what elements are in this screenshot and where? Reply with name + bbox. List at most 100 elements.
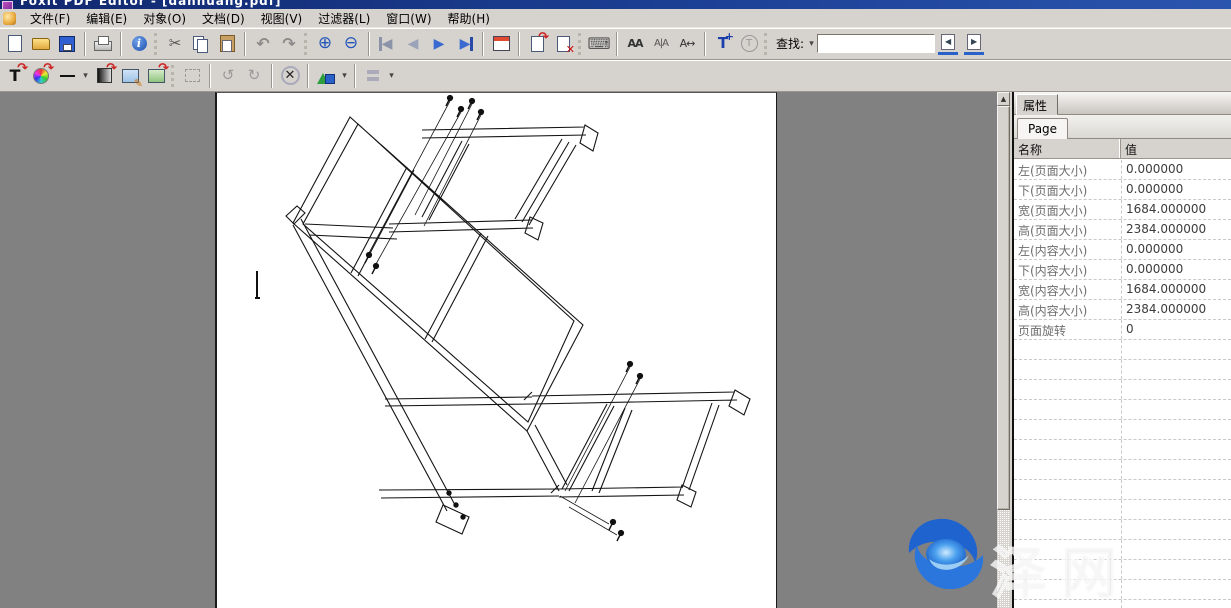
add-text-icon [713, 34, 733, 54]
prev-page-button[interactable] [400, 31, 426, 57]
replace-image-button[interactable] [143, 63, 169, 89]
save-button[interactable] [54, 31, 80, 57]
add-text-button[interactable] [710, 31, 736, 57]
align-caret[interactable]: ▾ [386, 63, 397, 89]
tab-page[interactable]: Page [1017, 118, 1068, 139]
property-row-empty [1014, 460, 1231, 480]
property-value[interactable]: 0.000000 [1121, 240, 1231, 259]
zoom-in-button[interactable] [312, 31, 338, 57]
align-icon [363, 66, 383, 86]
font-replace-button[interactable] [622, 31, 648, 57]
keyboard-button[interactable] [586, 31, 612, 57]
property-table: 左(页面大小)0.000000下(页面大小)0.000000宽(页面大小)168… [1014, 160, 1231, 608]
cut-icon [165, 34, 185, 54]
menu-window[interactable]: 窗口(W) [378, 10, 439, 28]
menu-edit[interactable]: 编辑(E) [78, 10, 135, 28]
edit-color-button[interactable] [28, 63, 54, 89]
shapes-caret[interactable]: ▾ [339, 63, 350, 89]
toolbar-grip[interactable] [171, 65, 177, 87]
edit-text-button[interactable] [2, 63, 28, 89]
redo-button[interactable] [276, 31, 302, 57]
shapes-button[interactable] [313, 63, 339, 89]
paste-button[interactable] [214, 31, 240, 57]
property-row-empty [1014, 340, 1231, 360]
toolbar-separator [244, 32, 246, 56]
rotate-object-right-icon [244, 66, 264, 86]
property-value[interactable]: 1684.000000 [1121, 200, 1231, 219]
properties-panel: 属性 Page 名称 值 左(页面大小)0.000000下(页面大小)0.000… [1014, 92, 1231, 608]
print-button[interactable] [90, 31, 116, 57]
rotate-object-left-button[interactable] [215, 63, 241, 89]
vertical-scrollbar[interactable]: ▲ [997, 92, 1010, 608]
property-value[interactable]: 2384.000000 [1121, 220, 1231, 239]
column-header-name: 名称 [1014, 139, 1121, 158]
property-row-empty [1014, 420, 1231, 440]
property-value [1121, 340, 1231, 359]
tab-properties[interactable]: 属性 [1016, 94, 1058, 115]
delete-page-button[interactable] [550, 31, 576, 57]
rotate-object-right-button[interactable] [241, 63, 267, 89]
pdf-page-canvas[interactable] [215, 92, 777, 608]
menu-filter[interactable]: 过滤器(L) [310, 10, 378, 28]
toolbar-separator [209, 64, 211, 88]
deselect-button[interactable] [179, 63, 205, 89]
align-button[interactable] [360, 63, 386, 89]
property-row-empty [1014, 400, 1231, 420]
zoom-out-icon [341, 34, 361, 54]
menu-file[interactable]: 文件(F) [22, 10, 78, 28]
next-page-button[interactable] [426, 31, 452, 57]
menu-help[interactable]: 帮助(H) [440, 10, 498, 28]
toolbar-grip[interactable] [154, 33, 160, 55]
text-circle-button[interactable] [736, 31, 762, 57]
font-width-button[interactable] [674, 31, 700, 57]
page-list-button[interactable] [488, 31, 514, 57]
property-row: 左(页面大小)0.000000 [1014, 160, 1231, 180]
property-value[interactable]: 0.000000 [1121, 260, 1231, 279]
undo-button[interactable] [250, 31, 276, 57]
first-page-button[interactable] [374, 31, 400, 57]
document-window-icon[interactable] [3, 12, 16, 25]
scroll-up-button[interactable]: ▲ [997, 92, 1010, 106]
line-style-caret[interactable]: ▾ [80, 63, 91, 89]
find-prev-button[interactable] [935, 31, 961, 57]
delete-object-button[interactable] [277, 63, 303, 89]
scrollbar-thumb[interactable] [997, 106, 1010, 510]
toolbar-grip[interactable] [764, 33, 770, 55]
cut-button[interactable] [162, 31, 188, 57]
property-value[interactable]: 0 [1121, 320, 1231, 339]
rotate-page-button[interactable] [524, 31, 550, 57]
find-history-caret[interactable]: ▾ [806, 31, 817, 57]
toolbar-grip[interactable] [578, 33, 584, 55]
find-input[interactable] [817, 34, 935, 53]
toolbar-grip[interactable] [304, 33, 310, 55]
property-name [1014, 540, 1121, 559]
menu-object[interactable]: 对象(O) [135, 10, 194, 28]
edit-image-button[interactable] [117, 63, 143, 89]
find-next-button[interactable] [961, 31, 987, 57]
property-name [1014, 500, 1121, 519]
panel-tabstrip: Page [1014, 115, 1231, 139]
property-value[interactable]: 1684.000000 [1121, 280, 1231, 299]
text-circle-icon [739, 34, 759, 54]
property-name [1014, 380, 1121, 399]
info-button[interactable] [126, 31, 152, 57]
property-name [1014, 600, 1121, 608]
zoom-out-button[interactable] [338, 31, 364, 57]
copy-button[interactable] [188, 31, 214, 57]
property-value[interactable]: 2384.000000 [1121, 300, 1231, 319]
property-value[interactable]: 0.000000 [1121, 180, 1231, 199]
new-document-button[interactable] [2, 31, 28, 57]
font-border-button[interactable] [648, 31, 674, 57]
edit-fill-button[interactable] [91, 63, 117, 89]
menu-view[interactable]: 视图(V) [253, 10, 311, 28]
main-area: ▲ 属性 Page 名称 值 左(页面大小)0.000000下(页面大小)0.0… [0, 92, 1231, 608]
open-file-button[interactable] [28, 31, 54, 57]
menu-document[interactable]: 文档(D) [194, 10, 253, 28]
property-name: 下(内容大小) [1014, 260, 1121, 279]
last-page-button[interactable] [452, 31, 478, 57]
property-value[interactable]: 0.000000 [1121, 160, 1231, 179]
zoom-in-icon [315, 34, 335, 54]
find-next-icon [964, 33, 984, 55]
line-style-button[interactable] [54, 63, 80, 89]
property-row-empty [1014, 540, 1231, 560]
